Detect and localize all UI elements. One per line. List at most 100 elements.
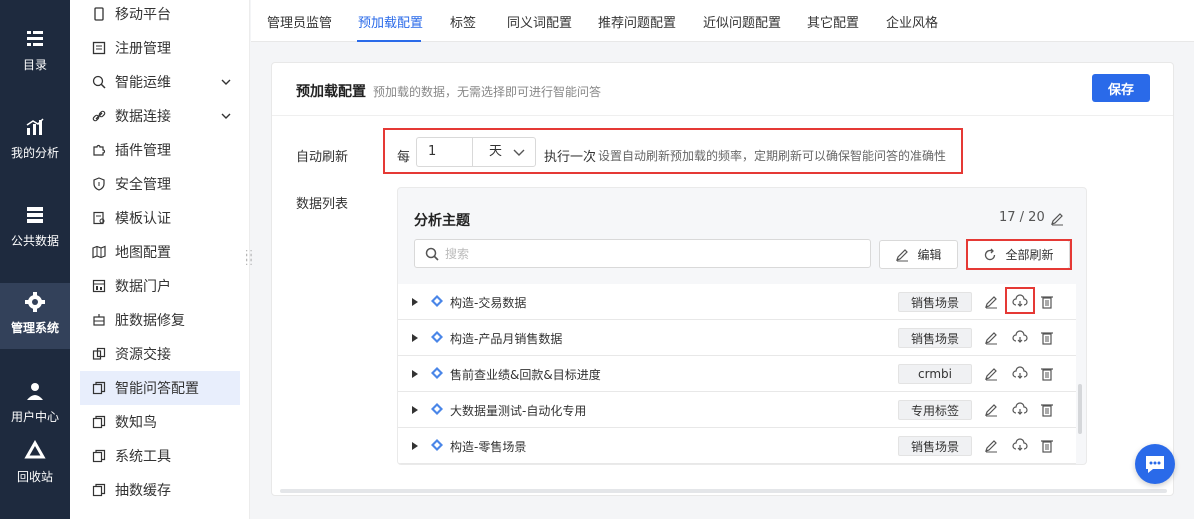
active-tab-indicator xyxy=(357,40,421,42)
cloud-refresh-icon[interactable] xyxy=(1012,438,1028,454)
sidebar-item-ops[interactable]: 智能运维 xyxy=(80,65,240,99)
caret-right-icon[interactable] xyxy=(412,442,418,450)
edit-icon[interactable] xyxy=(984,331,998,345)
nav-user-center[interactable]: 用户中心 xyxy=(0,380,70,425)
settings-sidebar: 移动平台 注册管理 智能运维 数据连接 插件管理 安全管理 模板认证 地图配置 … xyxy=(70,0,250,519)
sidebar-item-template-cert[interactable]: 模板认证 xyxy=(80,201,240,235)
config-tabs: 管理员监管 预加载配置 标签 同义词配置 推荐问题配置 近似问题配置 其它配置 … xyxy=(251,0,1194,42)
edit-icon[interactable] xyxy=(984,439,998,453)
sidebar-item-label: 插件管理 xyxy=(115,143,171,159)
sidebar-item-map[interactable]: 地图配置 xyxy=(80,235,240,269)
caret-right-icon[interactable] xyxy=(412,334,418,342)
chevron-down-icon xyxy=(221,113,231,119)
sidebar-item-label: 数据连接 xyxy=(115,109,171,125)
trash-icon[interactable] xyxy=(1040,366,1054,381)
recycle-icon xyxy=(24,440,46,459)
subject-tag: 销售场景 xyxy=(898,292,972,312)
list-item-partial[interactable] xyxy=(398,464,1076,465)
auto-refresh-label: 自动刷新 xyxy=(296,150,349,165)
edit-button[interactable]: 编辑 xyxy=(879,240,958,269)
nav-label: 目录 xyxy=(22,58,47,72)
list-item[interactable]: 构造-产品月销售数据 销售场景 xyxy=(398,320,1076,356)
tab-similar-questions[interactable]: 近似问题配置 xyxy=(703,12,781,31)
subject-tag: 销售场景 xyxy=(898,328,972,348)
subject-name: 大数据量测试-自动化专用 xyxy=(450,404,587,418)
subject-tag: 销售场景 xyxy=(898,436,972,456)
vertical-scrollbar[interactable] xyxy=(1078,384,1082,434)
sidebar-item-system-tools[interactable]: 系统工具 xyxy=(80,439,240,473)
sidebar-item-handover[interactable]: 资源交接 xyxy=(80,337,240,371)
tab-admin-supervision[interactable]: 管理员监管 xyxy=(267,12,332,31)
copy-icon xyxy=(92,415,106,429)
tab-recommended-questions[interactable]: 推荐问题配置 xyxy=(598,12,676,31)
puzzle-icon xyxy=(92,143,106,157)
cloud-refresh-icon[interactable] xyxy=(1012,330,1028,346)
chat-assistant-button[interactable] xyxy=(1135,444,1175,484)
edit-icon xyxy=(896,248,909,261)
sidebar-item-security[interactable]: 安全管理 xyxy=(80,167,240,201)
sidebar-item-label: 安全管理 xyxy=(115,177,171,193)
trash-icon[interactable] xyxy=(1040,330,1054,345)
nav-recycle-bin[interactable]: 回收站 xyxy=(0,440,70,485)
user-icon xyxy=(27,383,43,400)
sidebar-item-data-portal[interactable]: 数据门户 xyxy=(80,269,240,303)
search-box xyxy=(414,239,871,268)
interval-unit-select[interactable]: 天 xyxy=(472,137,536,167)
interval-input[interactable]: 1 xyxy=(416,137,472,167)
nav-label: 公共数据 xyxy=(10,234,59,248)
link-icon xyxy=(92,109,106,123)
tab-preload-config[interactable]: 预加载配置 xyxy=(358,12,423,31)
trash-icon[interactable] xyxy=(1040,294,1054,309)
sidebar-item-mobile[interactable]: 移动平台 xyxy=(80,0,240,31)
sidebar-item-dirty-data[interactable]: 脏数据修复 xyxy=(80,303,240,337)
sidebar-resize-handle[interactable]: :::::: xyxy=(245,248,254,268)
cloud-refresh-icon[interactable] xyxy=(1012,366,1028,382)
nav-catalog[interactable]: 目录 xyxy=(0,28,70,73)
edit-icon[interactable] xyxy=(984,367,998,381)
highlight-box xyxy=(1005,287,1035,314)
list-item[interactable]: 构造-交易数据 销售场景 xyxy=(398,284,1076,320)
horizontal-scrollbar[interactable] xyxy=(280,489,1167,493)
tab-synonyms[interactable]: 同义词配置 xyxy=(507,12,572,31)
phone-icon xyxy=(92,7,106,21)
sidebar-item-qa-config[interactable]: 智能问答配置 xyxy=(80,371,240,405)
chevron-down-icon xyxy=(221,79,231,85)
every-label: 每 xyxy=(397,150,411,165)
list-item[interactable]: 构造-零售场景 销售场景 xyxy=(398,428,1076,464)
search-input[interactable] xyxy=(445,244,845,264)
subject-name: 构造-零售场景 xyxy=(450,440,527,454)
subject-icon xyxy=(431,295,443,307)
list-item[interactable]: 售前查业绩&回款&目标进度 crmbi xyxy=(398,356,1076,392)
sidebar-item-shuzhiniao[interactable]: 数知鸟 xyxy=(80,405,240,439)
left-nav: 目录 我的分析 公共数据 管理系统 用户中心 回收站 xyxy=(0,0,70,519)
sidebar-item-extract-cache[interactable]: 抽数缓存 xyxy=(80,473,240,507)
trash-icon[interactable] xyxy=(1040,438,1054,453)
sidebar-item-registration[interactable]: 注册管理 xyxy=(80,31,240,65)
tab-other-config[interactable]: 其它配置 xyxy=(807,12,859,31)
caret-right-icon[interactable] xyxy=(412,406,418,414)
nav-my-analysis[interactable]: 我的分析 xyxy=(0,116,70,161)
list-item[interactable]: 大数据量测试-自动化专用 专用标签 xyxy=(398,392,1076,428)
nav-public-data[interactable]: 公共数据 xyxy=(0,204,70,249)
caret-right-icon[interactable] xyxy=(412,370,418,378)
edit-icon[interactable] xyxy=(984,403,998,417)
save-button[interactable]: 保存 xyxy=(1092,74,1150,102)
sidebar-item-data-connection[interactable]: 数据连接 xyxy=(80,99,240,133)
register-icon xyxy=(92,41,106,55)
edit-icon[interactable] xyxy=(1050,212,1064,226)
cloud-refresh-icon[interactable] xyxy=(1012,402,1028,418)
nav-label: 用户中心 xyxy=(10,410,59,424)
nav-label: 回收站 xyxy=(16,470,53,484)
sidebar-item-plugins[interactable]: 插件管理 xyxy=(80,133,240,167)
tab-tags[interactable]: 标签 xyxy=(450,12,476,31)
caret-right-icon[interactable] xyxy=(412,298,418,306)
exec-description: 设置自动刷新预加载的频率，定期刷新可以确保智能问答的准确性 xyxy=(598,149,947,163)
edit-icon[interactable] xyxy=(984,295,998,309)
chevron-down-icon xyxy=(513,149,525,156)
nav-admin-system[interactable]: 管理系统 xyxy=(0,283,70,349)
bar-chart-icon xyxy=(26,118,44,135)
tab-enterprise-style[interactable]: 企业风格 xyxy=(886,12,938,31)
interval-unit-value: 天 xyxy=(489,144,503,159)
trash-icon[interactable] xyxy=(1040,402,1054,417)
page-subtitle: 预加载的数据，无需选择即可进行智能问答 xyxy=(373,85,602,99)
